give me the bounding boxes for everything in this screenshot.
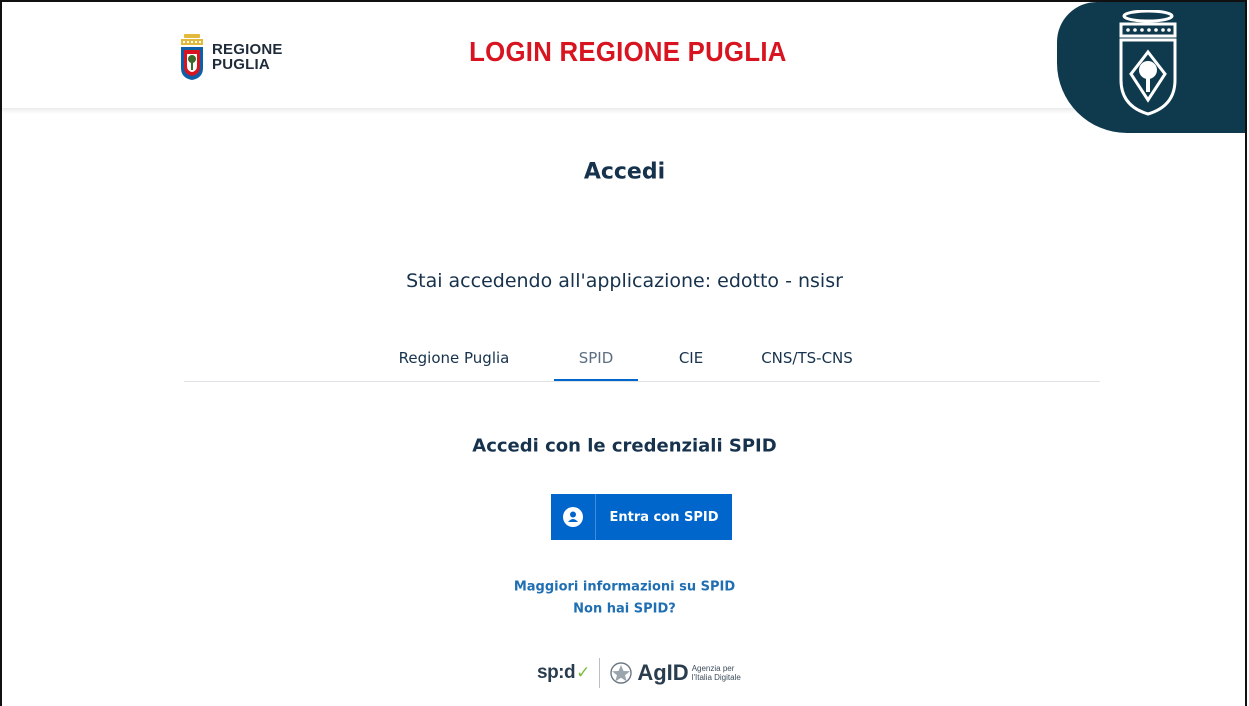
user-icon (563, 507, 583, 527)
section-heading: Accedi con le credenziali SPID (472, 435, 777, 457)
footer-logos: sp:d ✓ AgID Agenzia per l'Italia Digital… (537, 657, 741, 689)
checkmark-icon: ✓ (576, 663, 591, 683)
tab-cns-ts-cns[interactable]: CNS/TS-CNS (754, 336, 860, 380)
puglia-crest-icon (1119, 10, 1177, 116)
application-info: Stai accedendo all'applicazione: edotto … (406, 270, 843, 292)
spid-button-label: Entra con SPID (609, 509, 719, 525)
agid-sub-line-1: Agenzia per (691, 664, 735, 673)
tab-regione-puglia[interactable]: Regione Puglia (389, 336, 519, 380)
link-more-info-spid[interactable]: Maggiori informazioni su SPID (0, 580, 1249, 595)
spid-button-icon-wrap (551, 494, 596, 540)
agid-logo: AgID (637, 660, 689, 685)
italian-emblem-icon (610, 662, 633, 684)
agid-subtitle: Agenzia per l'Italia Digitale (692, 664, 741, 682)
login-method-tabs: Regione Puglia SPID CIE CNS/TS-CNS (184, 336, 1100, 382)
spid-logo: sp:d (537, 662, 576, 683)
header-title: LOGIN REGIONE PUGLIA (469, 36, 787, 67)
agid-sub-line-2: l'Italia Digitale (691, 673, 741, 682)
crest-badge (1057, 2, 1245, 133)
logo-divider (599, 658, 601, 688)
page-title: Accedi (583, 159, 666, 185)
tab-cie[interactable]: CIE (666, 336, 716, 380)
link-no-spid[interactable]: Non hai SPID? (0, 602, 1249, 617)
tab-spid[interactable]: SPID (554, 336, 638, 381)
entra-con-spid-button[interactable]: Entra con SPID (551, 494, 732, 540)
